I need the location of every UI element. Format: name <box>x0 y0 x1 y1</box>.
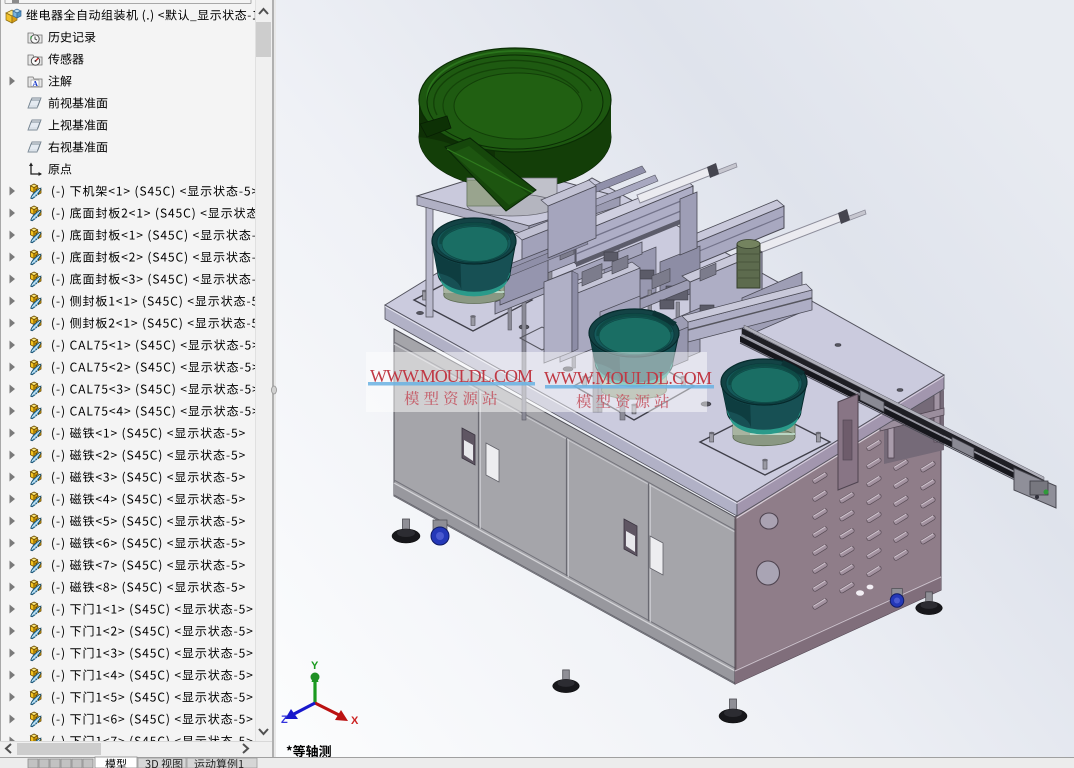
svg-text:Y: Y <box>311 660 319 672</box>
svg-text:Z: Z <box>281 714 288 726</box>
svg-text:X: X <box>351 715 359 727</box>
